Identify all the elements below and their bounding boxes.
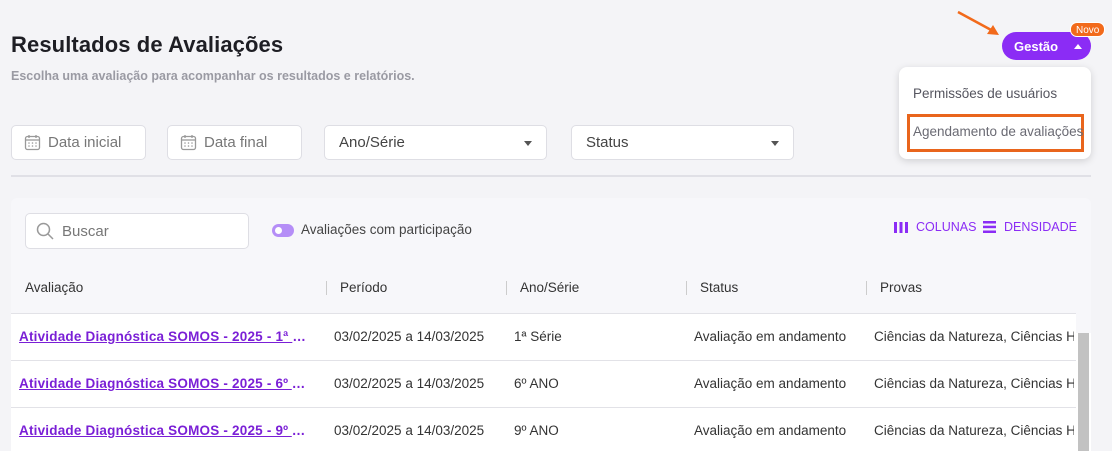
search-placeholder: Buscar [62, 222, 109, 240]
column-header-grade[interactable]: Ano/Série [520, 280, 579, 295]
column-separator [866, 281, 867, 295]
scrollbar-thumb[interactable] [1078, 333, 1089, 451]
divider [11, 175, 1091, 177]
menu-item-schedule-assessments[interactable]: Agendamento de avaliações [913, 124, 1083, 139]
column-header-tests[interactable]: Provas [880, 280, 922, 295]
assessment-link[interactable]: Atividade Diagnóstica SOMOS - 2025 - 9º … [19, 423, 313, 438]
participation-toggle-label: Avaliações com participação [301, 222, 472, 237]
density-label: DENSIDADE [1004, 220, 1077, 234]
tests-cell: Ciências da Natureza, Ciências Humanas [874, 423, 1074, 438]
table-row[interactable]: Atividade Diagnóstica SOMOS - 2025 - 1ª … [11, 313, 1076, 360]
period-cell: 03/02/2025 a 14/03/2025 [334, 329, 485, 344]
period-cell: 03/02/2025 a 14/03/2025 [334, 423, 485, 438]
start-date-field[interactable]: Data inicial [11, 125, 146, 160]
calendar-icon [24, 135, 41, 151]
density-icon [983, 221, 996, 233]
period-cell: 03/02/2025 a 14/03/2025 [334, 376, 485, 391]
search-icon [36, 222, 54, 240]
density-button[interactable]: DENSIDADE [983, 220, 1077, 234]
status-cell: Avaliação em andamento [694, 376, 847, 391]
calendar-icon [180, 135, 197, 151]
page-subtitle: Escolha uma avaliação para acompanhar os… [11, 69, 415, 83]
columns-icon [894, 221, 908, 233]
status-select[interactable]: Status [571, 125, 794, 160]
grade-select[interactable]: Ano/Série [324, 125, 547, 160]
start-date-placeholder: Data inicial [48, 134, 122, 151]
grade-cell: 9º ANO [514, 423, 559, 438]
column-separator [506, 281, 507, 295]
table-row[interactable]: Atividade Diagnóstica SOMOS - 2025 - 9º … [11, 407, 1076, 451]
end-date-field[interactable]: Data final [167, 125, 302, 160]
columns-button[interactable]: COLUNAS [894, 220, 976, 234]
gestao-label: Gestão [1014, 38, 1059, 54]
results-panel: Buscar Avaliações com participação COLUN… [11, 198, 1091, 451]
grade-cell: 6º ANO [514, 376, 559, 391]
end-date-placeholder: Data final [204, 134, 268, 151]
annotation-arrow-icon [957, 10, 999, 35]
dropdown-arrow-icon [524, 141, 532, 146]
tests-cell: Ciências da Natureza, Ciências Humanas [874, 329, 1074, 344]
column-separator [326, 281, 327, 295]
column-header-status[interactable]: Status [700, 280, 738, 295]
status-cell: Avaliação em andamento [694, 329, 847, 344]
search-input[interactable]: Buscar [25, 213, 249, 249]
chevron-up-icon [1074, 43, 1083, 49]
grade-select-label: Ano/Série [339, 134, 405, 151]
page-title: Resultados de Avaliações [11, 32, 284, 57]
assessment-link[interactable]: Atividade Diagnóstica SOMOS - 2025 - 1ª … [19, 329, 313, 344]
dropdown-arrow-icon [771, 141, 779, 146]
participation-toggle[interactable] [272, 224, 294, 237]
column-header-period[interactable]: Período [340, 280, 387, 295]
columns-label: COLUNAS [916, 220, 977, 234]
status-select-label: Status [586, 134, 629, 151]
table-row[interactable]: Atividade Diagnóstica SOMOS - 2025 - 6º … [11, 360, 1076, 407]
column-separator [686, 281, 687, 295]
vertical-scrollbar[interactable] [1076, 333, 1091, 451]
grade-cell: 1ª Série [514, 329, 562, 344]
assessment-link[interactable]: Atividade Diagnóstica SOMOS - 2025 - 6º … [19, 376, 313, 391]
status-cell: Avaliação em andamento [694, 423, 847, 438]
gestao-menu: Permissões de usuários Agendamento de av… [899, 67, 1091, 159]
column-header-assessment[interactable]: Avaliação [25, 280, 83, 295]
tests-cell: Ciências da Natureza, Ciências Humanas [874, 376, 1074, 391]
new-badge: Novo [1070, 22, 1106, 37]
menu-item-user-permissions[interactable]: Permissões de usuários [913, 86, 1057, 101]
